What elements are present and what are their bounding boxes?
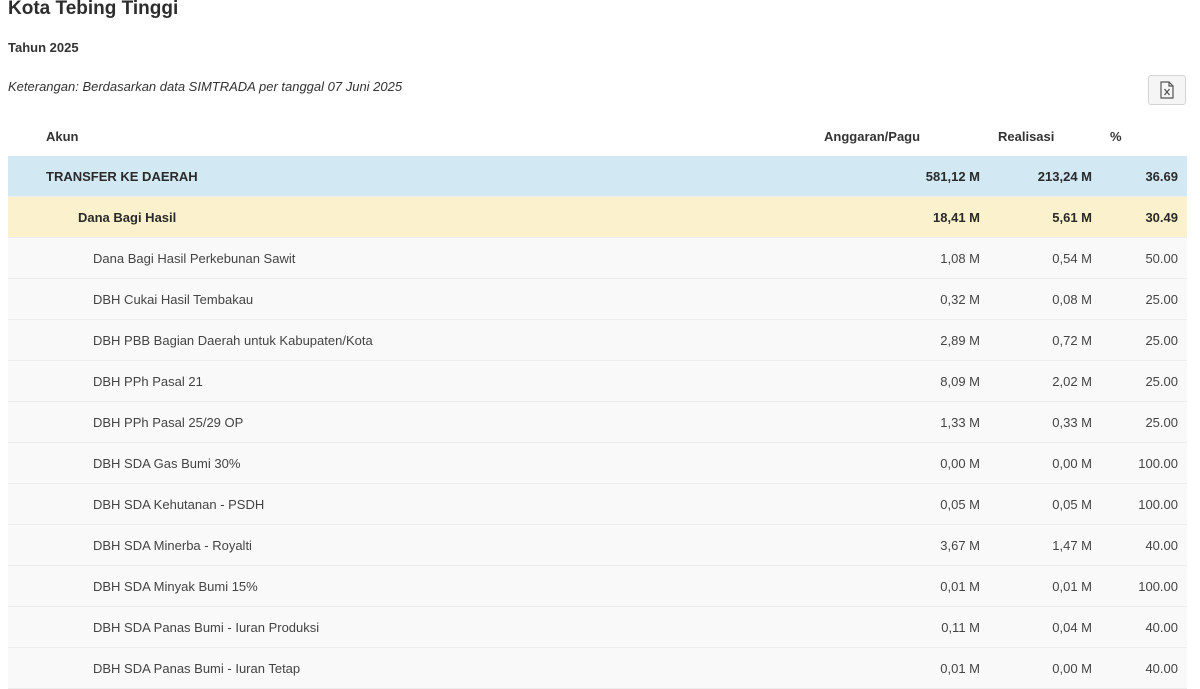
row-akun: TRANSFER KE DAERAH <box>46 168 198 184</box>
table-row: DBH SDA Minyak Bumi 15% 0,01 M 0,01 M 100.0… <box>8 566 1187 607</box>
table-row: DBH SDA Gas Bumi 30% 0,00 M 0,00 M 100.00 <box>8 443 1187 484</box>
row-realisasi: 0,08 M <box>1052 291 1092 307</box>
row-akun: DBH PBB Bagian Daerah untuk Kabupaten/Ko… <box>93 332 373 348</box>
row-percent: 25.00 <box>1145 291 1178 307</box>
row-percent: 50.00 <box>1145 250 1178 266</box>
row-akun: DBH SDA Minyak Bumi 15% <box>93 578 258 594</box>
row-realisasi: 0,00 M <box>1052 455 1092 471</box>
row-pagu: 8,09 M <box>940 373 980 389</box>
realisasi-table: Akun Anggaran/Pagu Realisasi % TRANSFER … <box>8 116 1187 689</box>
row-percent: 100.00 <box>1138 578 1178 594</box>
row-pagu: 0,11 M <box>941 619 980 635</box>
row-realisasi: 2,02 M <box>1052 373 1092 389</box>
row-pagu: 581,12 M <box>925 168 980 184</box>
row-pagu: 0,01 M <box>940 578 980 594</box>
row-percent: 40.00 <box>1145 619 1178 635</box>
row-realisasi: 1,47 M <box>1052 537 1092 553</box>
table-row: Dana Bagi Hasil Perkebunan Sawit 1,08 M 0,… <box>8 238 1187 279</box>
row-realisasi: 0,05 M <box>1052 496 1092 512</box>
table-row: DBH SDA Minerba - Royalti 3,67 M 1,47 M 40.… <box>8 525 1187 566</box>
row-realisasi: 0,01 M <box>1052 578 1092 594</box>
row-akun: DBH PPh Pasal 21 <box>93 373 203 389</box>
row-akun: DBH SDA Kehutanan - PSDH <box>93 496 265 512</box>
export-excel-button[interactable] <box>1148 75 1186 105</box>
row-akun: DBH SDA Panas Bumi - Iuran Tetap <box>93 660 301 676</box>
row-pagu: 1,33 M <box>940 414 980 430</box>
row-percent: 100.00 <box>1138 496 1178 512</box>
row-pagu: 3,67 M <box>940 537 980 553</box>
table-row: DBH Cukai Hasil Tembakau 0,32 M 0,08 M 25.0… <box>8 279 1187 320</box>
row-pagu: 1,08 M <box>940 250 980 266</box>
row-realisasi: 0,54 M <box>1052 250 1092 266</box>
row-percent: 40.00 <box>1145 660 1178 676</box>
data-source-note: Keterangan: Berdasarkan data SIMTRADA pe… <box>8 79 403 94</box>
row-akun: DBH SDA Gas Bumi 30% <box>93 455 241 471</box>
table-header: Akun Anggaran/Pagu Realisasi % <box>8 116 1187 156</box>
row-akun: Dana Bagi Hasil Perkebunan Sawit <box>93 250 296 266</box>
year-label: Tahun 2025 <box>8 40 79 55</box>
table-row[interactable]: TRANSFER KE DAERAH 581,12 M 213,24 M 36.69 <box>8 156 1187 197</box>
row-pagu: 2,89 M <box>940 332 980 348</box>
table-row: DBH SDA Panas Bumi - Iuran Tetap 0,01 M 0,… <box>8 648 1187 689</box>
row-percent: 30.49 <box>1145 209 1178 225</box>
row-pagu: 0,32 M <box>940 291 980 307</box>
row-akun: Dana Bagi Hasil <box>78 209 177 225</box>
table-body: TRANSFER KE DAERAH 581,12 M 213,24 M 36.69 D… <box>8 156 1187 689</box>
page-title: Kota Tebing Tinggi <box>8 0 179 19</box>
row-akun: DBH Cukai Hasil Tembakau <box>93 291 254 307</box>
table-row: DBH PPh Pasal 25/29 OP 1,33 M 0,33 M 25.00 <box>8 402 1187 443</box>
row-percent: 25.00 <box>1145 414 1178 430</box>
row-percent: 36.69 <box>1145 168 1178 184</box>
header-pagu[interactable]: Anggaran/Pagu <box>824 116 920 156</box>
table-row: DBH PPh Pasal 21 8,09 M 2,02 M 25.00 <box>8 361 1187 402</box>
table-row[interactable]: Dana Bagi Hasil 18,41 M 5,61 M 30.49 <box>8 197 1187 238</box>
row-realisasi: 5,61 M <box>1052 209 1092 225</box>
row-akun: DBH SDA Panas Bumi - Iuran Produksi <box>93 619 320 635</box>
excel-export-icon <box>1160 81 1174 99</box>
header-akun[interactable]: Akun <box>8 116 746 156</box>
row-percent: 100.00 <box>1138 455 1178 471</box>
row-realisasi: 0,72 M <box>1052 332 1092 348</box>
row-realisasi: 0,33 M <box>1052 414 1092 430</box>
row-percent: 25.00 <box>1145 373 1178 389</box>
row-akun: DBH PPh Pasal 25/29 OP <box>93 414 244 430</box>
row-pagu: 18,41 M <box>933 209 980 225</box>
table-row: DBH SDA Panas Bumi - Iuran Produksi 0,11 … <box>8 607 1187 648</box>
row-realisasi: 0,00 M <box>1052 660 1092 676</box>
row-pagu: 0,05 M <box>940 496 980 512</box>
row-akun: DBH SDA Minerba - Royalti <box>93 537 252 553</box>
row-realisasi: 213,24 M <box>1037 168 1092 184</box>
table-row: DBH SDA Kehutanan - PSDH 0,05 M 0,05 M 100.… <box>8 484 1187 525</box>
row-realisasi: 0,04 M <box>1052 619 1092 635</box>
row-percent: 25.00 <box>1145 332 1178 348</box>
row-percent: 40.00 <box>1145 537 1178 553</box>
table-row: DBH PBB Bagian Daerah untuk Kabupaten/Ko… <box>8 320 1187 361</box>
row-pagu: 0,00 M <box>940 455 980 471</box>
header-realisasi[interactable]: Realisasi <box>998 116 1054 156</box>
header-percent[interactable]: % <box>1110 116 1122 156</box>
row-pagu: 0,01 M <box>940 660 980 676</box>
